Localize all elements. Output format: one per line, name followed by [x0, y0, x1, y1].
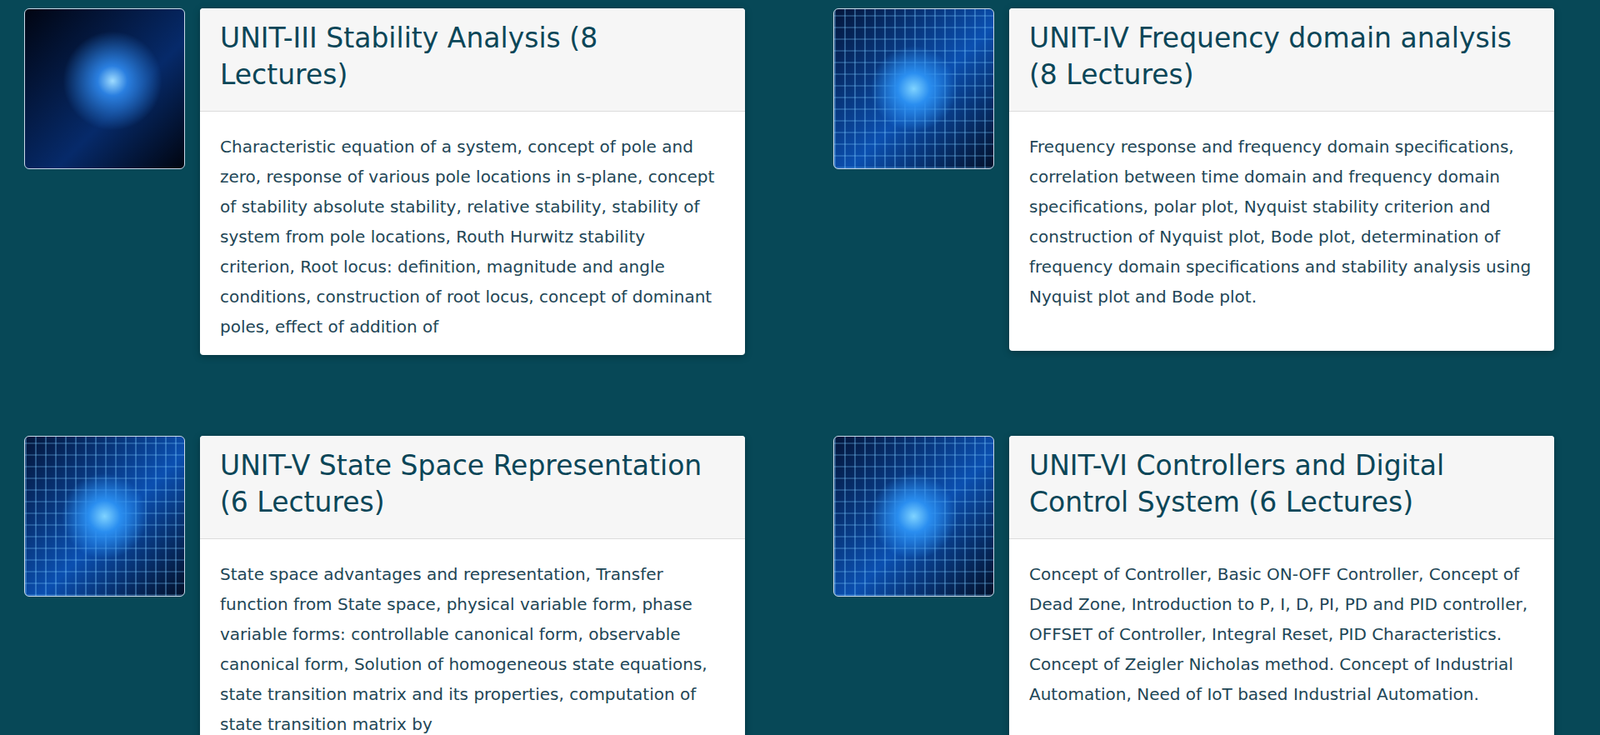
unit-description: Frequency response and frequency domain … — [1009, 111, 1555, 351]
circuit-image — [24, 8, 185, 170]
unit-card: UNIT-III Stability Analysis (8 Lectures)… — [200, 8, 745, 355]
card-header: UNIT-III Stability Analysis (8 Lectures) — [200, 8, 745, 112]
unit-item: UNIT-III Stability Analysis (8 Lectures)… — [24, 8, 745, 355]
unit-description: Concept of Controller, Basic ON-OFF Cont… — [1009, 539, 1555, 735]
unit-title: UNIT-V State Space Representation (6 Lec… — [220, 447, 725, 521]
unit-card: UNIT-V State Space Representation (6 Lec… — [200, 435, 745, 735]
card-header: UNIT-IV Frequency domain analysis (8 Lec… — [1009, 8, 1555, 112]
circuit-image — [833, 8, 995, 170]
circuit-image — [833, 435, 995, 597]
units-grid: UNIT-III Stability Analysis (8 Lectures)… — [0, 0, 1600, 735]
unit-title: UNIT-IV Frequency domain analysis (8 Lec… — [1029, 20, 1535, 94]
unit-card: UNIT-VI Controllers and Digital Control … — [1009, 435, 1555, 735]
unit-description: State space advantages and representatio… — [200, 539, 745, 735]
unit-title: UNIT-VI Controllers and Digital Control … — [1029, 447, 1535, 521]
unit-item: UNIT-VI Controllers and Digital Control … — [833, 435, 1555, 735]
circuit-image — [24, 435, 185, 597]
card-header: UNIT-V State Space Representation (6 Lec… — [200, 435, 745, 540]
card-header: UNIT-VI Controllers and Digital Control … — [1009, 435, 1555, 540]
unit-item: UNIT-IV Frequency domain analysis (8 Lec… — [833, 8, 1555, 355]
unit-card: UNIT-IV Frequency domain analysis (8 Lec… — [1009, 8, 1555, 351]
unit-title: UNIT-III Stability Analysis (8 Lectures) — [220, 20, 725, 94]
unit-description: Characteristic equation of a system, con… — [200, 111, 745, 355]
unit-item: UNIT-V State Space Representation (6 Lec… — [24, 435, 745, 735]
